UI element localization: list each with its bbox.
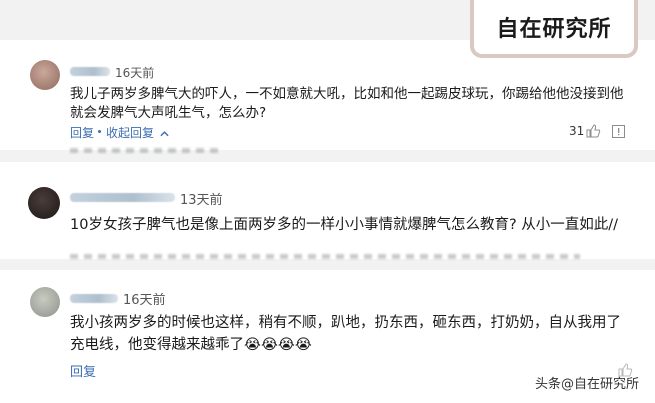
comment-text-cut-off bbox=[70, 254, 580, 259]
report-icon[interactable] bbox=[612, 125, 625, 138]
avatar[interactable] bbox=[30, 287, 60, 317]
brand-title: 自在研究所 bbox=[496, 17, 612, 42]
comment-text: 我儿子两岁多脾气大的吓人，一不如意就大吼，比如和他一起踢皮球玩，你踢给他他没接到… bbox=[70, 86, 624, 121]
chevron-up-icon bbox=[160, 131, 169, 137]
comment-time: 16天前 bbox=[123, 293, 166, 308]
brand-badge: 自在研究所 bbox=[470, 0, 638, 58]
collapse-label: 收起回复 bbox=[106, 126, 155, 140]
reply-preview-blurred bbox=[70, 148, 220, 153]
comment-time: 13天前 bbox=[180, 193, 223, 208]
dot-separator bbox=[98, 130, 101, 133]
comment-text: 10岁女孩子脾气也是像上面两岁多的一样小小事情就爆脾气怎么教育? 从小一直如此/… bbox=[70, 217, 619, 233]
reply-link[interactable]: 回复 bbox=[70, 361, 96, 380]
screenshot: 16天前 我儿子两岁多脾气大的吓人，一不如意就大吼，比如和他一起踢皮球玩，你踢给… bbox=[0, 0, 655, 403]
watermark: 头条@自在研究所 bbox=[534, 377, 639, 392]
username-blurred[interactable] bbox=[70, 67, 110, 76]
comment-time: 16天前 bbox=[115, 66, 155, 80]
comment-text: 我小孩两岁多的时候也这样，稍有不顺，趴地，扔东西，砸东西，打奶奶，自从我用了充电… bbox=[70, 315, 621, 353]
avatar[interactable] bbox=[30, 60, 60, 90]
collapse-replies-link[interactable]: 收起回复 bbox=[106, 124, 169, 141]
reply-link[interactable]: 回复 bbox=[70, 124, 94, 141]
comment-card: 13天前 10岁女孩子脾气也是像上面两岁多的一样小小事情就爆脾气怎么教育? 从小… bbox=[0, 162, 655, 259]
thumb-up-icon[interactable] bbox=[586, 124, 601, 138]
like-count: 31 bbox=[569, 124, 585, 138]
username-blurred[interactable] bbox=[70, 294, 118, 303]
avatar[interactable] bbox=[28, 187, 60, 219]
username-blurred[interactable] bbox=[70, 193, 175, 202]
